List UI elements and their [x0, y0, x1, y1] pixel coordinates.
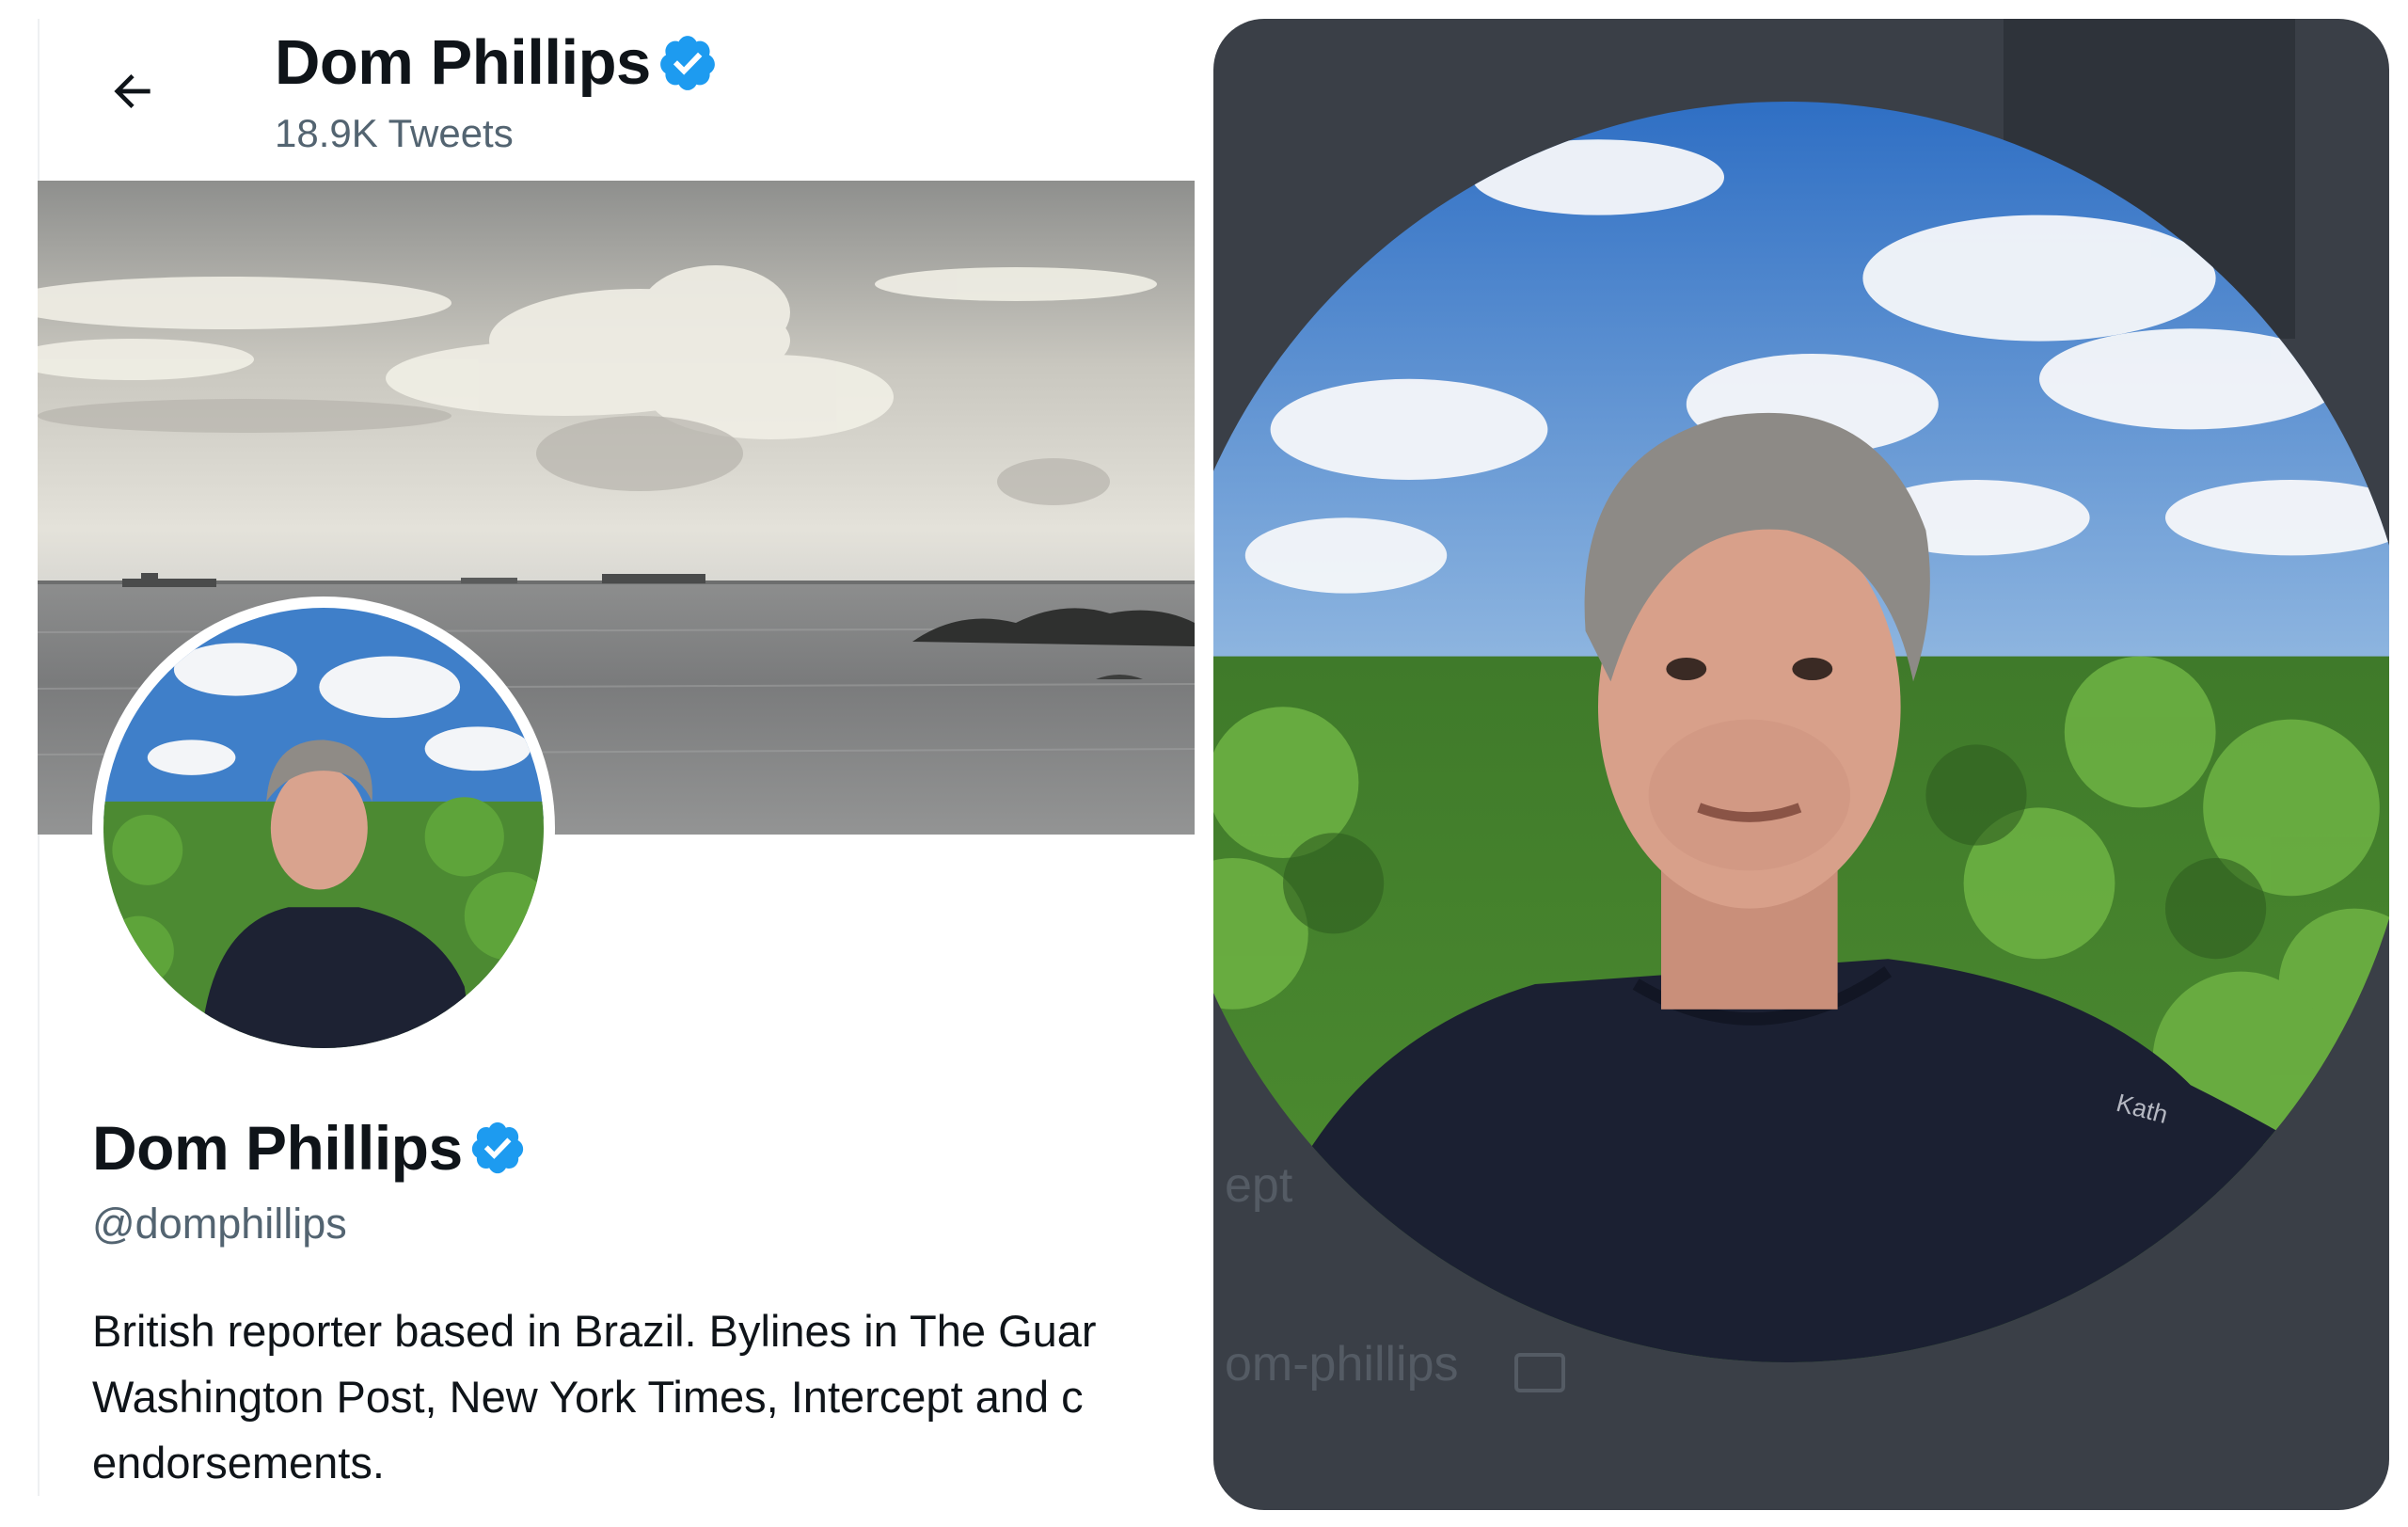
profile-avatar[interactable]	[92, 596, 555, 1059]
avatar-lightbox: ept om-phillips Kath	[1213, 19, 2389, 1510]
profile-handle: @domphillips	[92, 1200, 347, 1248]
profile-name-row: Dom Phillips	[92, 1112, 527, 1184]
enlarged-avatar-photo-image: Kath	[1213, 102, 2389, 1362]
verified-badge-icon	[471, 1121, 523, 1174]
arrow-left-icon	[114, 74, 150, 108]
bio-line: British reporter based in Brazil. Byline…	[92, 1306, 1097, 1356]
profile-header-bar: Dom Phillips 18.9K Tweets	[38, 0, 1218, 181]
header-display-name: Dom Phillips	[275, 27, 651, 98]
header-name-row: Dom Phillips	[275, 26, 719, 99]
tweet-count: 18.9K Tweets	[275, 111, 514, 155]
bio-line: Washington Post, New York Times, Interce…	[92, 1372, 1084, 1422]
profile-page: Dom Phillips 18.9K Tweets Dom Phillips @…	[0, 0, 1218, 1527]
calendar-icon	[1514, 1353, 1565, 1392]
back-button[interactable]	[96, 55, 169, 128]
verified-badge-icon	[659, 35, 715, 90]
profile-display-name: Dom Phillips	[92, 1113, 463, 1183]
background-ghost-text: ept	[1225, 1158, 1293, 1213]
background-ghost-text: om-phillips	[1225, 1337, 1459, 1392]
enlarged-avatar[interactable]: Kath	[1213, 102, 2389, 1362]
avatar-photo-image	[103, 608, 544, 1048]
profile-bio: British reporter based in Brazil. Byline…	[92, 1298, 1218, 1496]
bio-line: endorsements.	[92, 1438, 385, 1487]
